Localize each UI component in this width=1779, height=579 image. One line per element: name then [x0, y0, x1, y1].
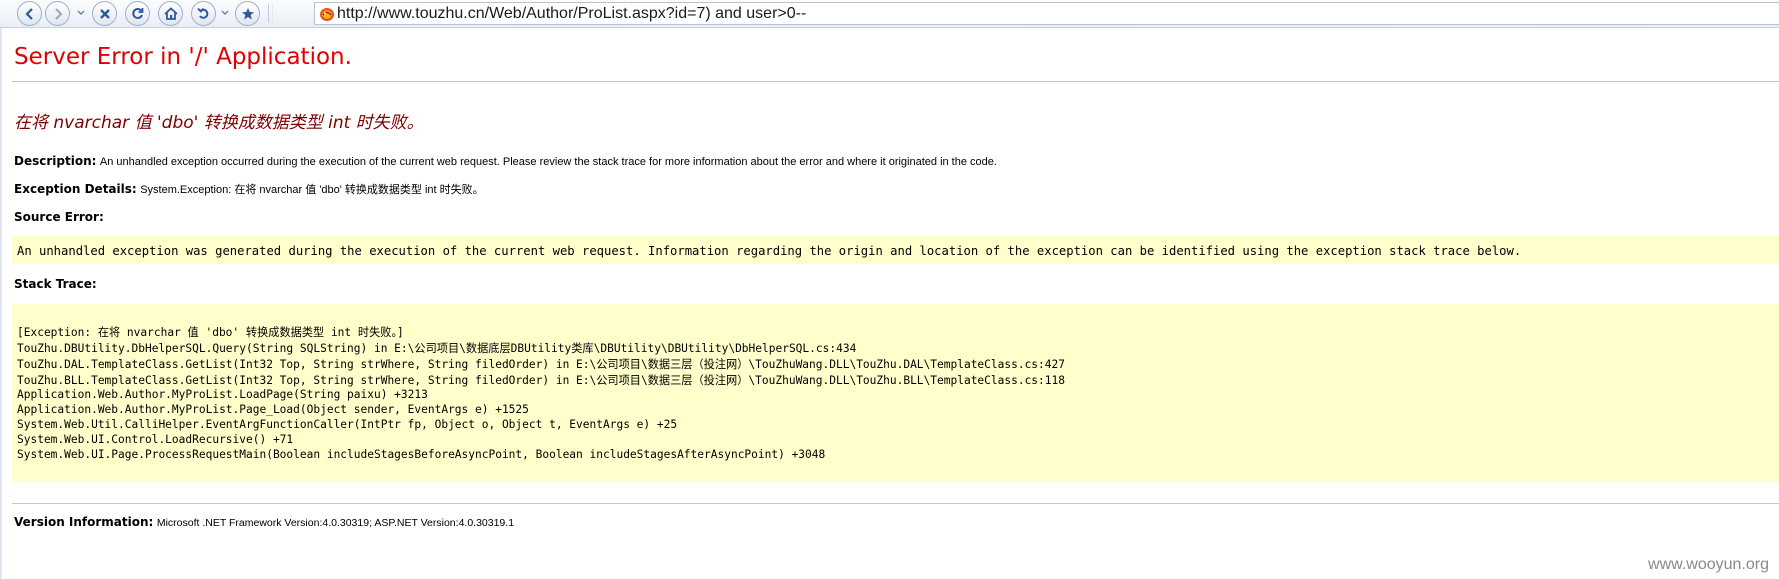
version-info-line: Version Information: Microsoft .NET Fram…	[14, 515, 514, 529]
stack-trace-line: Stack Trace:	[14, 277, 97, 291]
stack-trace-line-item: Application.Web.Author.MyProList.LoadPag…	[17, 388, 428, 401]
stack-trace-line-item: System.Web.Util.CalliHelper.EventArgFunc…	[17, 418, 678, 431]
address-bar[interactable]: http://www.touzhu.cn/Web/Author/ProList.…	[314, 2, 1779, 25]
back-button[interactable]	[17, 1, 42, 26]
close-icon	[99, 8, 110, 19]
browser-toolbar: http://www.touzhu.cn/Web/Author/ProList.…	[0, 0, 1779, 28]
refresh-icon	[132, 8, 144, 19]
source-error-box: An unhandled exception was generated dur…	[12, 236, 1779, 264]
stack-trace-line-item: [Exception: 在将 nvarchar 值 'dbo' 转换成数据类型 …	[17, 326, 404, 339]
stack-trace-line-item: System.Web.UI.Page.ProcessRequestMain(Bo…	[17, 448, 826, 461]
home-icon	[163, 7, 178, 20]
exception-details-text: System.Exception: 在将 nvarchar 值 'dbo' 转换…	[140, 184, 484, 196]
site-favicon-icon	[319, 6, 335, 22]
stack-trace-line-item: TouZhu.BLL.TemplateClass.GetList(Int32 T…	[17, 374, 1065, 387]
undo-dropdown-icon[interactable]	[220, 6, 230, 20]
source-error-text: An unhandled exception was generated dur…	[17, 244, 1522, 258]
toolbar-separator	[272, 4, 273, 23]
page-left-border	[0, 28, 2, 579]
star-icon	[241, 7, 254, 19]
forward-arrow-icon	[54, 7, 63, 20]
description-text: An unhandled exception occurred during t…	[99, 156, 997, 168]
version-info-text: Microsoft .NET Framework Version:4.0.303…	[156, 517, 515, 529]
forward-button[interactable]	[45, 1, 70, 26]
home-button[interactable]	[158, 1, 183, 26]
stack-trace-label: Stack Trace:	[14, 277, 97, 291]
exception-details-label: Exception Details:	[14, 182, 137, 196]
url-text[interactable]: http://www.touzhu.cn/Web/Author/ProList.…	[337, 5, 806, 23]
description-line: Description: An unhandled exception occu…	[14, 154, 997, 168]
stack-trace-box: [Exception: 在将 nvarchar 值 'dbo' 转换成数据类型 …	[12, 304, 1779, 482]
favorites-button[interactable]	[235, 1, 260, 26]
toolbar-separator	[268, 4, 269, 23]
stop-button[interactable]	[92, 1, 117, 26]
source-error-label: Source Error:	[14, 210, 104, 224]
undo-icon	[197, 7, 209, 19]
refresh-button[interactable]	[125, 1, 150, 26]
stack-trace-line-item: Application.Web.Author.MyProList.Page_Lo…	[17, 403, 529, 416]
back-arrow-icon	[24, 7, 33, 20]
description-label: Description:	[14, 154, 97, 168]
stack-trace-line-item: TouZhu.DBUtility.DbHelperSQL.Query(Strin…	[17, 342, 857, 355]
error-message: 在将 nvarchar 值 'dbo' 转换成数据类型 int 时失败。	[14, 113, 424, 133]
divider	[12, 503, 1779, 504]
exception-details-line: Exception Details: System.Exception: 在将 …	[14, 181, 484, 197]
undo-button[interactable]	[191, 1, 216, 26]
stack-trace-line-item: TouZhu.DAL.TemplateClass.GetList(Int32 T…	[17, 358, 1065, 371]
source-error-line: Source Error:	[14, 210, 104, 224]
watermark: www.wooyun.org	[1648, 556, 1769, 573]
version-info-label: Version Information:	[14, 515, 154, 529]
page-title: Server Error in '/' Application.	[14, 44, 352, 70]
divider	[12, 81, 1779, 82]
history-dropdown-icon[interactable]	[76, 6, 86, 20]
stack-trace-line-item: System.Web.UI.Control.LoadRecursive() +7…	[17, 433, 294, 446]
